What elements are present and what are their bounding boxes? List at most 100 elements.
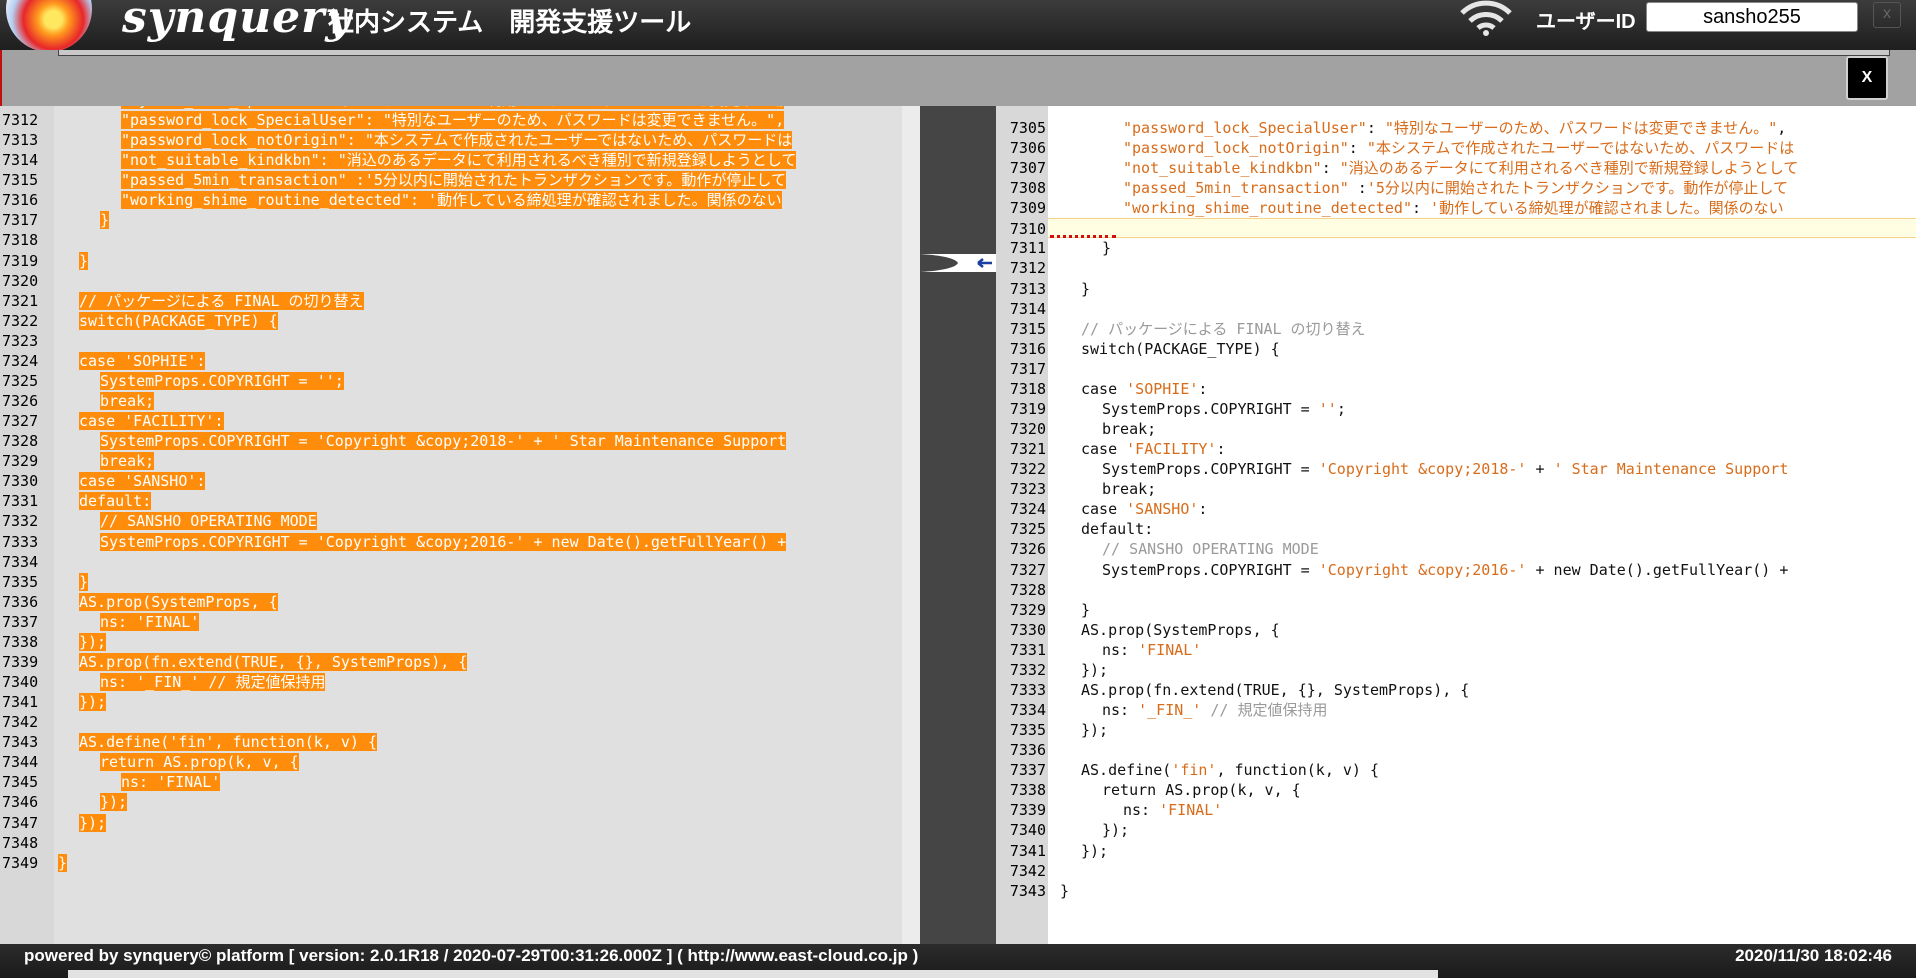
line-number: 7326 bbox=[1009, 540, 1046, 559]
code-line: 7326 break; bbox=[0, 391, 902, 411]
code-token: }); bbox=[79, 632, 107, 651]
diff-connector bbox=[920, 106, 996, 944]
left-scrollbar[interactable] bbox=[902, 106, 920, 944]
code-text: SystemProps.COPYRIGHT = 'Copyright &copy… bbox=[1060, 459, 1788, 479]
code-text: switch(PACKAGE_TYPE) { bbox=[1060, 339, 1280, 359]
code-line: 7346}); bbox=[0, 792, 902, 812]
code-text: return AS.prop(k, v, { bbox=[58, 752, 299, 772]
line-number: 7344 bbox=[2, 753, 39, 772]
code-token: SystemProps.COPYRIGHT = 'Copyright &copy… bbox=[100, 532, 787, 551]
code-token: SystemProps.COPYRIGHT = bbox=[1102, 399, 1319, 418]
line-number: 7349 bbox=[2, 853, 39, 872]
code-token: ; bbox=[1336, 399, 1346, 418]
line-number: 7325 bbox=[2, 371, 39, 390]
code-line: 7327 case 'FACILITY': bbox=[0, 411, 902, 431]
code-token: "working_shime_routine_detected" bbox=[1123, 199, 1412, 218]
code-line: 7331 default: bbox=[0, 491, 902, 511]
line-number: 7332 bbox=[1009, 660, 1046, 679]
code-text: "not_suitable_kindkbn": "消込のあるデータにて利用される… bbox=[1060, 158, 1798, 178]
code-line: 7339 ns: 'FINAL' bbox=[996, 800, 1916, 820]
code-token: "password_lock_SpecialUser": "特別なユーザーのため… bbox=[121, 111, 785, 130]
code-text: }); bbox=[1060, 720, 1108, 740]
line-number: 7333 bbox=[2, 532, 39, 551]
code-line: 7326 // SANSHO OPERATING MODE bbox=[996, 539, 1916, 559]
user-id-field[interactable] bbox=[1646, 2, 1858, 32]
code-token: AS.prop(fn.extend(TRUE, {}, SystemProps)… bbox=[79, 652, 468, 671]
code-line: 7342 bbox=[996, 861, 1916, 881]
code-token: : bbox=[1348, 179, 1367, 198]
line-number: 7328 bbox=[1009, 580, 1046, 599]
toolbar-edge bbox=[58, 50, 1890, 56]
code-token: , function(k, v) { bbox=[1216, 761, 1380, 780]
code-line: 7343} bbox=[996, 881, 1916, 901]
code-token: }); bbox=[1081, 660, 1109, 679]
code-text: } bbox=[1060, 881, 1069, 901]
code-token: }); bbox=[79, 813, 107, 832]
code-text: "password_lock_notOrigin": "本システムで作成されたユ… bbox=[58, 130, 793, 150]
code-line: 7335} bbox=[0, 572, 902, 592]
line-number: 7338 bbox=[2, 632, 39, 651]
code-line: 7309 "working_shime_routine_detected": '動… bbox=[996, 198, 1916, 218]
code-token: return AS.prop(k, v, { bbox=[1102, 781, 1301, 800]
line-number: 7317 bbox=[1009, 359, 1046, 378]
code-text: "passed_5min_transaction" :'5分以内に開始されたトラ… bbox=[58, 170, 786, 190]
line-number: 7341 bbox=[2, 693, 39, 712]
code-line: 7314 "not_suitable_kindkbn": "消込のあるデータにて利… bbox=[0, 150, 902, 170]
code-line: 7323 break; bbox=[996, 479, 1916, 499]
line-number: 7336 bbox=[1009, 741, 1046, 760]
code-text: }); bbox=[58, 692, 107, 712]
line-number: 7337 bbox=[2, 612, 39, 631]
arrow-left-icon[interactable] bbox=[920, 250, 996, 274]
code-token: break; bbox=[1102, 420, 1157, 439]
code-token: SystemProps.COPYRIGHT = 'Copyright &copy… bbox=[100, 432, 787, 451]
line-number: 7340 bbox=[1009, 821, 1046, 840]
code-token: "passed_5min_transaction" bbox=[1123, 179, 1349, 198]
code-text: }); bbox=[58, 813, 107, 833]
line-number: 7336 bbox=[2, 592, 39, 611]
code-text: // SANSHO OPERATING MODE bbox=[1060, 539, 1319, 559]
code-token: 'SOPHIE' bbox=[1126, 379, 1199, 398]
code-token: } bbox=[58, 853, 68, 872]
code-token: // 規定値保持用 bbox=[1210, 701, 1328, 720]
header-close-button[interactable]: x bbox=[1873, 2, 1901, 28]
line-number: 7335 bbox=[1009, 721, 1046, 740]
code-token: }); bbox=[100, 793, 128, 812]
code-line: 7328 bbox=[996, 580, 1916, 600]
code-token: }); bbox=[1102, 821, 1130, 840]
code-line: 7310 bbox=[1010, 218, 1916, 239]
code-text: ns: 'FINAL' bbox=[58, 612, 200, 632]
logo-icon bbox=[6, 0, 92, 52]
code-text: ns: 'FINAL' bbox=[1060, 800, 1222, 820]
code-text: return AS.prop(k, v, { bbox=[1060, 780, 1301, 800]
code-token: : bbox=[1198, 379, 1208, 398]
code-text: SystemProps.COPYRIGHT = 'Copyright &copy… bbox=[58, 532, 787, 552]
code-line: 7334 ns: '_FIN_' // 規定値保持用 bbox=[996, 700, 1916, 720]
line-number: 7321 bbox=[1009, 440, 1046, 459]
code-token: ns: bbox=[1102, 640, 1139, 659]
diff-right-pane[interactable]: 7305 "password_lock_SpecialUser": "特別なユーザ… bbox=[996, 106, 1916, 944]
code-token: : bbox=[1198, 500, 1208, 519]
code-text: // SANSHO OPERATING MODE bbox=[58, 511, 317, 531]
code-token: ns: '_FIN_' // 規定値保持用 bbox=[100, 673, 326, 692]
code-token: 'Copyright &copy;2016-' bbox=[1318, 560, 1527, 579]
line-number: 7322 bbox=[1009, 460, 1046, 479]
dialog-close-button[interactable]: X bbox=[1846, 56, 1888, 100]
code-line: 7329} bbox=[996, 600, 1916, 620]
diff-left-pane[interactable]: 7311"system_user_updated": "本ユーザーはシステム利用… bbox=[0, 106, 902, 944]
code-line: 7327 SystemProps.COPYRIGHT = 'Copyright &… bbox=[996, 560, 1916, 580]
line-number: 7332 bbox=[2, 512, 39, 531]
line-number: 7311 bbox=[1009, 239, 1046, 258]
code-text: SystemProps.COPYRIGHT = 'Copyright &copy… bbox=[58, 431, 787, 451]
line-number: 7306 bbox=[1009, 139, 1046, 158]
code-line: 7337 ns: 'FINAL' bbox=[0, 612, 902, 632]
code-text: case 'SOPHIE': bbox=[1060, 379, 1207, 399]
code-line: 7324 case 'SOPHIE': bbox=[0, 351, 902, 371]
code-text: // パッケージによる FINAL の切り替え bbox=[58, 291, 364, 311]
code-text: } bbox=[1060, 279, 1090, 299]
code-line: 7325 SystemProps.COPYRIGHT = ''; bbox=[0, 371, 902, 391]
line-number: 7312 bbox=[2, 111, 39, 130]
code-token: }); bbox=[79, 693, 107, 712]
line-number: 7342 bbox=[1009, 861, 1046, 880]
code-text: AS.define('fin', function(k, v) { bbox=[1060, 760, 1379, 780]
line-number: 7314 bbox=[1009, 299, 1046, 318]
